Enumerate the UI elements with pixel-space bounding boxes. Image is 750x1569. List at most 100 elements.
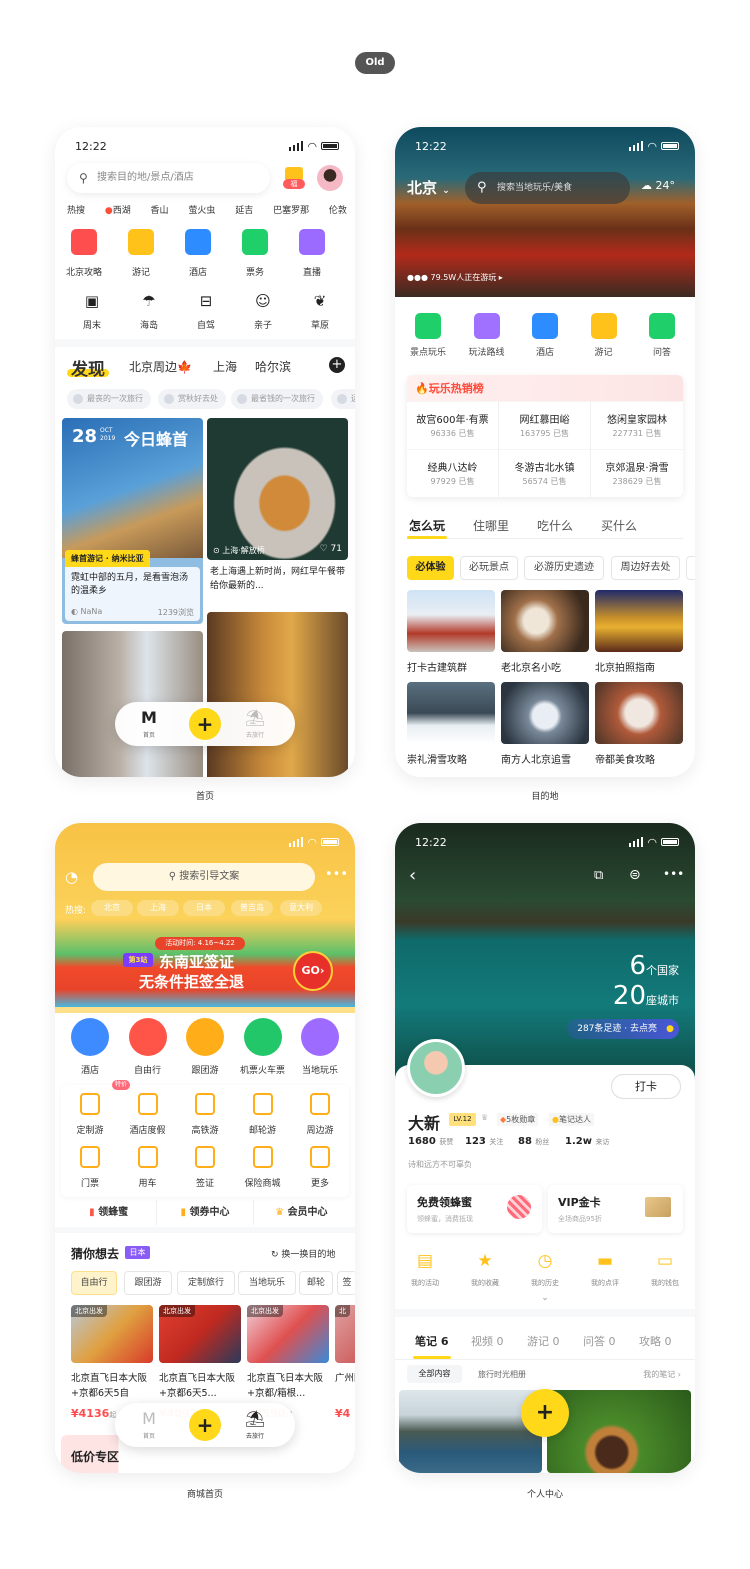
expand-chevron-icon[interactable]: ⌄ <box>535 1293 555 1303</box>
category-label[interactable]: 问答 <box>634 345 690 358</box>
shortcut-label[interactable]: 票务 <box>227 265 283 278</box>
category-icon[interactable] <box>532 313 558 339</box>
service-label[interactable]: 酒店度假 <box>118 1123 178 1136</box>
subtab-all[interactable]: 全部内容 <box>407 1365 462 1383</box>
category-label[interactable]: 景点玩乐 <box>400 345 456 358</box>
guide-image[interactable] <box>501 590 589 652</box>
share-icon[interactable]: ⧉ <box>594 868 603 883</box>
category-icon[interactable] <box>186 1018 224 1056</box>
guide-label[interactable]: 老北京名小吃 <box>501 659 561 674</box>
avatar[interactable] <box>407 1039 465 1097</box>
service-icon[interactable] <box>137 1093 158 1115</box>
city-selector[interactable]: 北京 ⌄ <box>407 177 450 198</box>
product-image[interactable]: 北京出发 <box>247 1305 329 1363</box>
post-image[interactable]: ⊙ 上海·解放桥 ♡ 71 <box>207 418 348 560</box>
nav-home[interactable]: 首页 <box>137 730 161 739</box>
nav-travel[interactable]: 去旅行 <box>241 1431 269 1440</box>
title-badge[interactable]: ●笔记达人 <box>549 1113 594 1126</box>
product-filter-chip[interactable]: 当地玩乐 <box>238 1271 296 1295</box>
post-title[interactable]: 老上海遇上新时尚，网红早午餐带给你最新的... <box>210 565 345 593</box>
service-icon[interactable] <box>195 1093 215 1115</box>
product-title[interactable]: 北京直飞日本大阪+京都6天5自 <box>71 1371 151 1401</box>
hot-item[interactable]: 北京 <box>91 900 133 916</box>
child-icon[interactable]: ☺ <box>251 292 275 310</box>
banner-go-button[interactable]: GO› <box>293 951 333 991</box>
home-nav-icon[interactable]: M <box>137 708 161 727</box>
topic-chip[interactable]: 最丧的一次旅行 <box>67 389 151 409</box>
honey-card[interactable]: 免费领蜂蜜 领蜂蜜，消费抵现 <box>407 1185 542 1233</box>
mountain-icon[interactable] <box>71 229 97 255</box>
note-image[interactable] <box>399 1390 542 1473</box>
nav-home[interactable]: 首页 <box>137 1431 161 1440</box>
hot-item[interactable]: 普吉岛 <box>231 900 273 916</box>
hot-sales-item[interactable]: 冬游古北水镇 56574 已售 <box>499 449 591 497</box>
hot-item[interactable]: 上海 <box>137 900 179 916</box>
category-label[interactable]: 酒店 <box>60 1063 120 1076</box>
hot-item[interactable]: 香山 <box>151 203 169 216</box>
hot-sales-item[interactable]: 经典八达岭 97929 已售 <box>407 449 499 497</box>
hot-item[interactable]: 巴塞罗那 <box>273 203 309 216</box>
hotel-icon[interactable] <box>185 229 211 255</box>
video-icon[interactable] <box>299 229 325 255</box>
checkin-button[interactable]: 打卡 <box>611 1074 681 1099</box>
guide-image[interactable] <box>407 682 495 744</box>
service-label[interactable]: 门票 <box>60 1176 120 1189</box>
service-label[interactable]: 周边游 <box>290 1123 350 1136</box>
hot-sales-item[interactable]: 京郊温泉·滑雪 238629 已售 <box>591 449 683 497</box>
palm-tree-icon[interactable]: ⛱ <box>241 1409 269 1428</box>
product-filter-chip[interactable]: 定制旅行 <box>177 1271 235 1295</box>
guide-label[interactable]: 崇礼滑雪攻略 <box>407 751 467 766</box>
menu-label[interactable]: 我的活动 <box>400 1278 450 1288</box>
profile-stat[interactable]: 1680 获赞 <box>408 1136 453 1147</box>
back-icon[interactable]: ‹ <box>409 865 416 886</box>
member-link[interactable]: ♛ 会员中心 <box>252 1200 349 1225</box>
guide-image[interactable] <box>407 590 495 652</box>
product-title[interactable]: 北京直飞日本大阪+京都6天5... <box>159 1371 239 1401</box>
guide-label[interactable]: 打卡古建筑群 <box>407 659 467 674</box>
plane-ticket-icon[interactable] <box>242 229 268 255</box>
profile-tab[interactable]: 视频 0 <box>471 1333 504 1349</box>
category-icon[interactable] <box>415 313 441 339</box>
medals-badge[interactable]: ◆5枚勋章 <box>497 1113 539 1126</box>
hot-item[interactable]: 日本 <box>183 900 225 916</box>
service-label[interactable]: 高铁游 <box>175 1123 235 1136</box>
add-tab-icon[interactable]: + <box>329 357 345 373</box>
product-title[interactable]: 北京直飞日本大阪+京都/箱根... <box>247 1371 327 1401</box>
search-input[interactable]: ⚲ 搜索当地玩乐/美食 <box>465 172 630 204</box>
palm-tree-icon[interactable]: ⛱ <box>241 708 269 727</box>
service-label[interactable]: 更多 <box>290 1176 350 1189</box>
add-button[interactable]: + <box>189 708 221 740</box>
filter-chip[interactable]: 周边好去处 <box>611 556 680 580</box>
vip-card[interactable]: VIP金卡 全场商品95折 <box>548 1185 683 1233</box>
product-title[interactable]: 广州阪+ <box>335 1371 355 1401</box>
note-image[interactable] <box>547 1390 691 1473</box>
shortcut-label[interactable]: 直播 <box>284 265 340 278</box>
hot-sales-item[interactable]: 故宫600年·有票 96336 已售 <box>407 401 499 449</box>
hot-item[interactable]: ●西湖 <box>105 203 131 216</box>
topic-chip[interactable]: 远 <box>331 389 355 409</box>
grass-icon[interactable]: ❦ <box>308 292 332 310</box>
hot-sales-item[interactable]: 悠闲皇家园林 227731 已售 <box>591 401 683 449</box>
tab-shanghai[interactable]: 上海 <box>213 358 237 375</box>
guide-label[interactable]: 北京拍照指南 <box>595 659 655 674</box>
service-icon[interactable] <box>195 1146 215 1168</box>
category-icon[interactable] <box>473 313 500 339</box>
avatar[interactable] <box>317 165 343 191</box>
service-label[interactable]: 邮轮游 <box>233 1123 293 1136</box>
menu-icon[interactable]: ★ <box>473 1251 497 1271</box>
island-icon[interactable]: ☂ <box>137 292 161 310</box>
menu-icon[interactable]: ◷ <box>533 1251 557 1271</box>
guide-image[interactable] <box>501 682 589 744</box>
home-nav-icon[interactable]: M <box>137 1409 161 1428</box>
service-icon[interactable] <box>252 1146 273 1168</box>
service-icon[interactable] <box>80 1093 100 1115</box>
subtab-album[interactable]: 旅行时光相册 <box>478 1369 526 1380</box>
service-label[interactable]: 签证 <box>175 1176 235 1189</box>
filter-chip[interactable]: 必游历史遗迹 <box>524 556 604 580</box>
hot-item[interactable]: 延吉 <box>235 203 253 216</box>
coupon-link[interactable]: ▮ 领券中心 <box>156 1200 252 1225</box>
filter-chip[interactable] <box>686 556 695 580</box>
promo-banner[interactable]: 活动时间: 4.16~4.22 第3站 东南亚签证 无条件拒签全退 GO› <box>55 919 355 1007</box>
book-icon[interactable] <box>128 229 154 255</box>
product-image[interactable]: 北京出发 <box>71 1305 153 1363</box>
